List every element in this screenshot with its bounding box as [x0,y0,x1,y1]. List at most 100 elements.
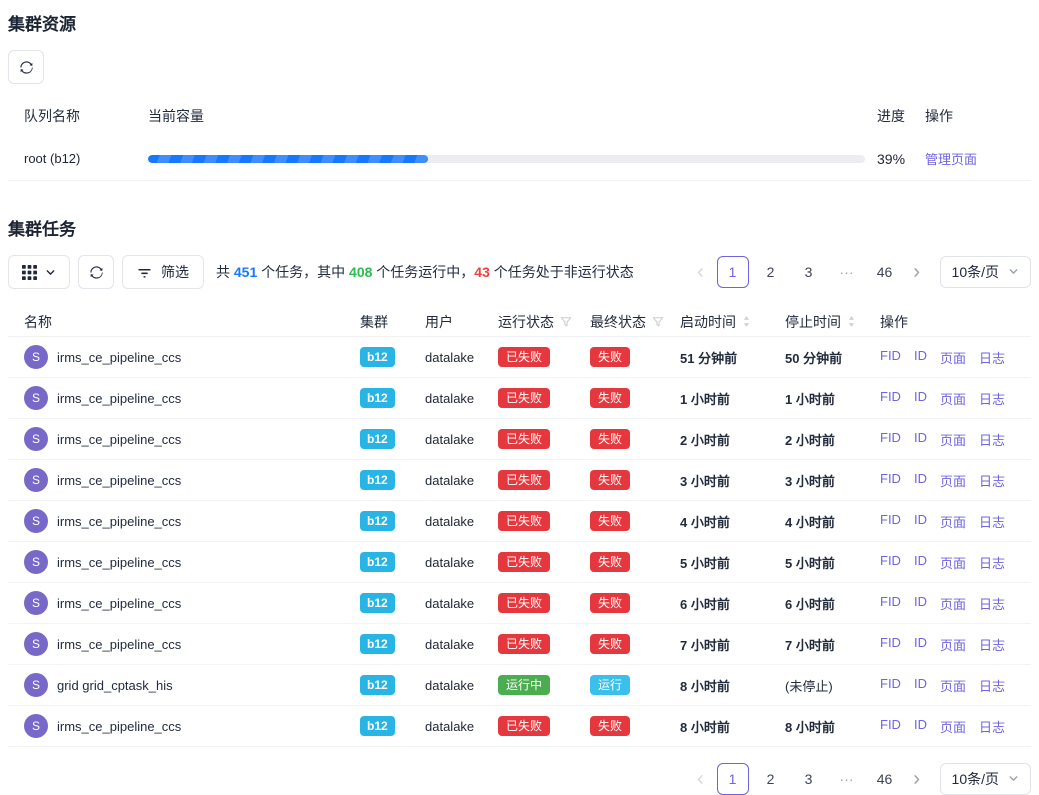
filter-funnel-icon[interactable] [560,316,572,328]
page-link[interactable]: 页面 [940,717,966,736]
user-cell: datalake [425,555,498,570]
user-cell: datalake [425,473,498,488]
final-status-cell: 运行 [590,675,680,695]
id-link[interactable]: ID [914,348,927,367]
log-link[interactable]: 日志 [979,635,1005,654]
capacity-cell [148,155,877,163]
log-link[interactable]: 日志 [979,717,1005,736]
page-link[interactable]: 页面 [940,594,966,613]
manage-page-link[interactable]: 管理页面 [925,152,977,167]
page-link[interactable]: 页面 [940,471,966,490]
refresh-tasks-button[interactable] [78,255,114,289]
id-link[interactable]: ID [914,471,927,490]
column-header-run-status[interactable]: 运行状态 [498,312,590,332]
id-link[interactable]: ID [914,389,927,408]
id-link[interactable]: ID [914,512,927,531]
avatar: S [24,427,48,451]
pagination-page-46[interactable]: 46 [869,763,901,795]
log-link[interactable]: 日志 [979,348,1005,367]
user-cell: datalake [425,432,498,447]
log-link[interactable]: 日志 [979,594,1005,613]
page-link[interactable]: 页面 [940,676,966,695]
pagination-next-button[interactable] [904,256,930,288]
stop-time-cell: 4 小时前 [785,512,880,531]
table-row: S irms_ce_pipeline_ccs b12 datalake 已失败 … [8,337,1031,378]
page-size-select[interactable]: 10条/页 [940,763,1031,795]
run-status-cell: 已失败 [498,347,590,367]
resource-row: root (b12) 39% 管理页面 [8,137,1031,181]
log-link[interactable]: 日志 [979,430,1005,449]
chevron-down-icon [45,267,56,278]
cluster-cell: b12 [360,470,425,490]
column-header-start-time[interactable]: 启动时间 [680,312,785,332]
refresh-resources-button[interactable] [8,50,44,84]
id-link[interactable]: ID [914,430,927,449]
pagination-next-button[interactable] [904,763,930,795]
log-link[interactable]: 日志 [979,676,1005,695]
id-link[interactable]: ID [914,676,927,695]
page-size-select[interactable]: 10条/页 [940,256,1031,288]
final-status-cell: 失败 [590,716,680,736]
pagination-page-1[interactable]: 1 [717,763,749,795]
filter-funnel-icon[interactable] [652,316,664,328]
avatar: S [24,509,48,533]
pagination-page-2[interactable]: 2 [755,256,787,288]
layout-dropdown-button[interactable] [8,255,70,289]
avatar: S [24,673,48,697]
fid-link[interactable]: FID [880,471,901,490]
fid-link[interactable]: FID [880,717,901,736]
row-actions: FID ID 页面日志 [880,717,1015,736]
run-status-badge: 已失败 [498,388,550,408]
page-link[interactable]: 页面 [940,635,966,654]
final-status-badge: 失败 [590,470,630,490]
log-link[interactable]: 日志 [979,389,1005,408]
cluster-cell: b12 [360,593,425,613]
log-link[interactable]: 日志 [979,471,1005,490]
page-link[interactable]: 页面 [940,348,966,367]
fid-link[interactable]: FID [880,389,901,408]
queue-name-cell: root (b12) [24,151,148,166]
final-status-badge: 失败 [590,429,630,449]
pagination-page-46[interactable]: 46 [869,256,901,288]
fid-link[interactable]: FID [880,512,901,531]
fid-link[interactable]: FID [880,635,901,654]
capacity-header: 当前容量 [148,106,877,126]
start-time-cell: 4 小时前 [680,512,785,531]
filter-button[interactable]: 筛选 [122,255,204,289]
page-link[interactable]: 页面 [940,553,966,572]
fid-link[interactable]: FID [880,676,901,695]
fid-link[interactable]: FID [880,594,901,613]
column-header-final-status[interactable]: 最终状态 [590,312,680,332]
cluster-badge: b12 [360,552,395,572]
sort-icon[interactable] [847,314,856,329]
page-link[interactable]: 页面 [940,389,966,408]
fid-link[interactable]: FID [880,348,901,367]
run-status-badge: 已失败 [498,511,550,531]
pagination-prev-button[interactable] [688,256,714,288]
id-link[interactable]: ID [914,553,927,572]
page-link[interactable]: 页面 [940,430,966,449]
cluster-cell: b12 [360,429,425,449]
stop-time-cell: 1 小时前 [785,389,880,408]
page-link[interactable]: 页面 [940,512,966,531]
pagination-page-3[interactable]: 3 [793,763,825,795]
id-link[interactable]: ID [914,594,927,613]
task-name: irms_ce_pipeline_ccs [57,391,181,406]
final-status-badge: 失败 [590,511,630,531]
sort-icon[interactable] [742,314,751,329]
task-table-body: S irms_ce_pipeline_ccs b12 datalake 已失败 … [8,337,1031,747]
id-link[interactable]: ID [914,717,927,736]
fid-link[interactable]: FID [880,430,901,449]
summary-text: 个任务，其中 [257,264,349,280]
start-time-cell: 8 小时前 [680,676,785,695]
log-link[interactable]: 日志 [979,553,1005,572]
pagination-page-2[interactable]: 2 [755,763,787,795]
fid-link[interactable]: FID [880,553,901,572]
start-time-cell: 51 分钟前 [680,348,785,367]
log-link[interactable]: 日志 [979,512,1005,531]
pagination-prev-button[interactable] [688,763,714,795]
pagination-page-1[interactable]: 1 [717,256,749,288]
column-header-stop-time[interactable]: 停止时间 [785,312,880,332]
pagination-page-3[interactable]: 3 [793,256,825,288]
id-link[interactable]: ID [914,635,927,654]
